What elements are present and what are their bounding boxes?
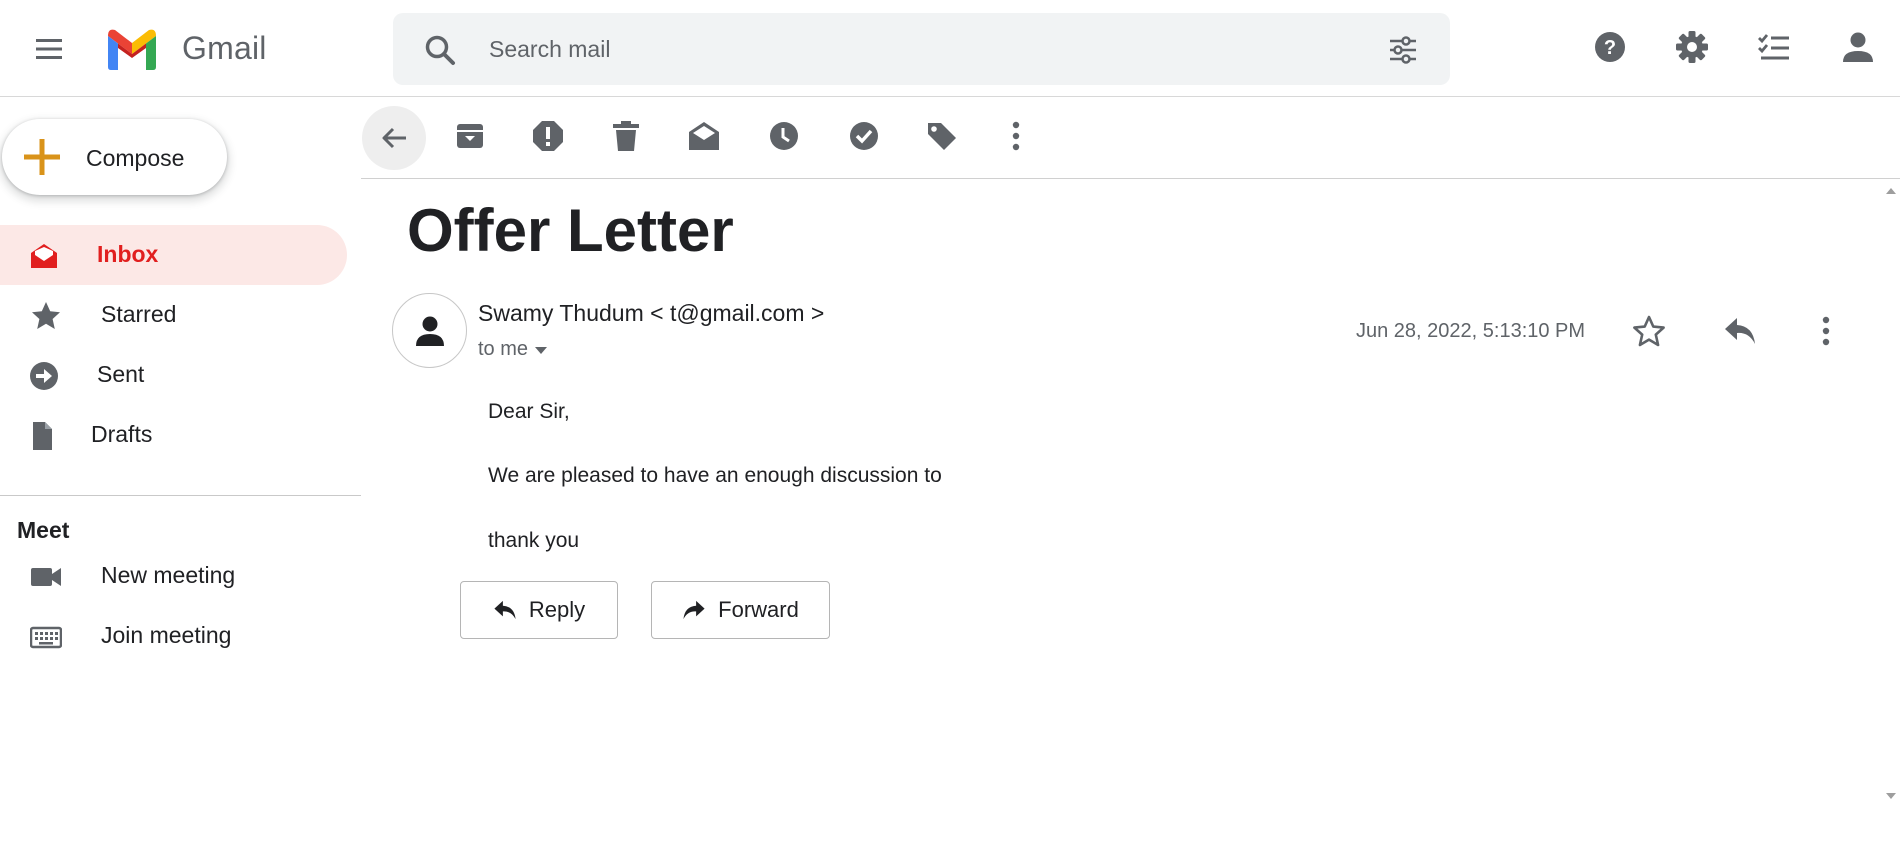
- reply-icon-button[interactable]: [1720, 311, 1760, 351]
- help-icon: ?: [1595, 32, 1625, 62]
- mark-unread-icon: [689, 122, 719, 150]
- search-input[interactable]: [489, 31, 1309, 67]
- account-button[interactable]: [1838, 27, 1878, 67]
- sender-avatar: [392, 293, 467, 368]
- plus-icon: [24, 139, 60, 175]
- tasks-button[interactable]: [1754, 27, 1794, 67]
- drafts-icon: [33, 422, 52, 450]
- reply-label: Reply: [528, 597, 586, 622]
- search-bar: [393, 13, 1450, 85]
- more-options-button[interactable]: [992, 112, 1040, 160]
- mark-unread-button[interactable]: [680, 112, 728, 160]
- video-camera-icon: [31, 568, 61, 586]
- sidebar-item-drafts[interactable]: Drafts: [0, 405, 347, 465]
- delete-button[interactable]: [602, 112, 650, 160]
- report-spam-icon: [533, 121, 563, 151]
- sidebar-item-label: Join meeting: [101, 622, 232, 648]
- snooze-icon: [770, 122, 798, 150]
- gmail-logo[interactable]: [104, 26, 160, 70]
- sidebar-item-new-meeting[interactable]: New meeting: [0, 546, 347, 606]
- compose-label: Compose: [86, 145, 185, 171]
- meet-section-title: Meet: [17, 517, 70, 543]
- reply-icon: [1725, 318, 1755, 344]
- settings-button[interactable]: [1672, 27, 1712, 67]
- svg-text:?: ?: [1604, 37, 1616, 59]
- snooze-button[interactable]: [760, 112, 808, 160]
- account-icon: [1843, 32, 1873, 62]
- more-vert-icon: [1822, 316, 1830, 346]
- keyboard-icon: [30, 626, 62, 649]
- message-scrollbar[interactable]: [1882, 179, 1900, 810]
- hamburger-menu-icon: [36, 39, 62, 59]
- forward-label: Forward: [718, 597, 799, 622]
- delete-icon: [613, 121, 639, 151]
- email-body-line: We are pleased to have an enough discuss…: [488, 464, 942, 487]
- scroll-down-arrow: [1886, 793, 1896, 799]
- sidebar-item-sent[interactable]: Sent: [0, 345, 347, 405]
- sidebar-divider: [0, 495, 361, 496]
- caret-down-icon: [535, 346, 548, 354]
- archive-button[interactable]: [446, 112, 494, 160]
- add-to-tasks-icon: [850, 122, 878, 150]
- message-more-button[interactable]: [1806, 311, 1846, 351]
- more-vert-icon: [1012, 121, 1020, 151]
- back-arrow-icon: [382, 127, 406, 149]
- sidebar-item-inbox[interactable]: Inbox: [0, 225, 347, 285]
- toolbar-divider: [361, 178, 1900, 179]
- forward-button[interactable]: Forward: [651, 581, 830, 639]
- email-body-line: thank you: [488, 529, 580, 552]
- sidebar-item-join-meeting[interactable]: Join meeting: [0, 606, 347, 666]
- sidebar-item-starred[interactable]: Starred: [0, 285, 347, 345]
- label-button[interactable]: [918, 112, 966, 160]
- search-icon[interactable]: [423, 33, 457, 67]
- star-message-button[interactable]: [1629, 311, 1669, 351]
- sidebar-item-label: Sent: [97, 361, 145, 387]
- sidebar-item-label: Starred: [101, 301, 177, 327]
- reply-button[interactable]: Reply: [460, 581, 618, 639]
- email-date: Jun 28, 2022, 5:13:10 PM: [1356, 320, 1586, 342]
- sidebar-item-label: Drafts: [91, 421, 153, 447]
- star-icon: [32, 302, 60, 329]
- label-icon: [928, 123, 956, 150]
- email-subject: Offer Letter: [407, 197, 734, 264]
- person-icon: [415, 316, 444, 346]
- recipient-label: to me: [478, 338, 529, 360]
- top-header: Gmail ?: [0, 0, 1900, 97]
- scroll-up-arrow: [1886, 188, 1896, 194]
- add-to-tasks-button[interactable]: [840, 112, 888, 160]
- compose-button[interactable]: Compose: [2, 119, 227, 195]
- reply-icon: [494, 600, 516, 620]
- main-menu-button[interactable]: [28, 28, 70, 70]
- tasks-icon: [1758, 34, 1789, 60]
- sidebar-item-label: Inbox: [97, 241, 159, 267]
- sent-icon: [30, 362, 58, 390]
- archive-icon: [457, 124, 483, 148]
- back-button[interactable]: [362, 106, 426, 170]
- settings-icon: [1676, 31, 1708, 63]
- brand-name: Gmail: [182, 30, 267, 66]
- sidebar-item-label: New meeting: [101, 562, 236, 588]
- recipient-details-toggle[interactable]: to me: [478, 338, 548, 361]
- forward-icon: [683, 600, 705, 620]
- sender-name: Swamy Thudum < t@gmail.com >: [478, 300, 825, 326]
- search-options-icon[interactable]: [1386, 33, 1420, 67]
- email-body-line: Dear Sir,: [488, 400, 570, 423]
- star-outline-icon: [1633, 315, 1665, 347]
- help-button[interactable]: ?: [1590, 27, 1630, 67]
- inbox-icon: [31, 244, 57, 268]
- report-spam-button[interactable]: [524, 112, 572, 160]
